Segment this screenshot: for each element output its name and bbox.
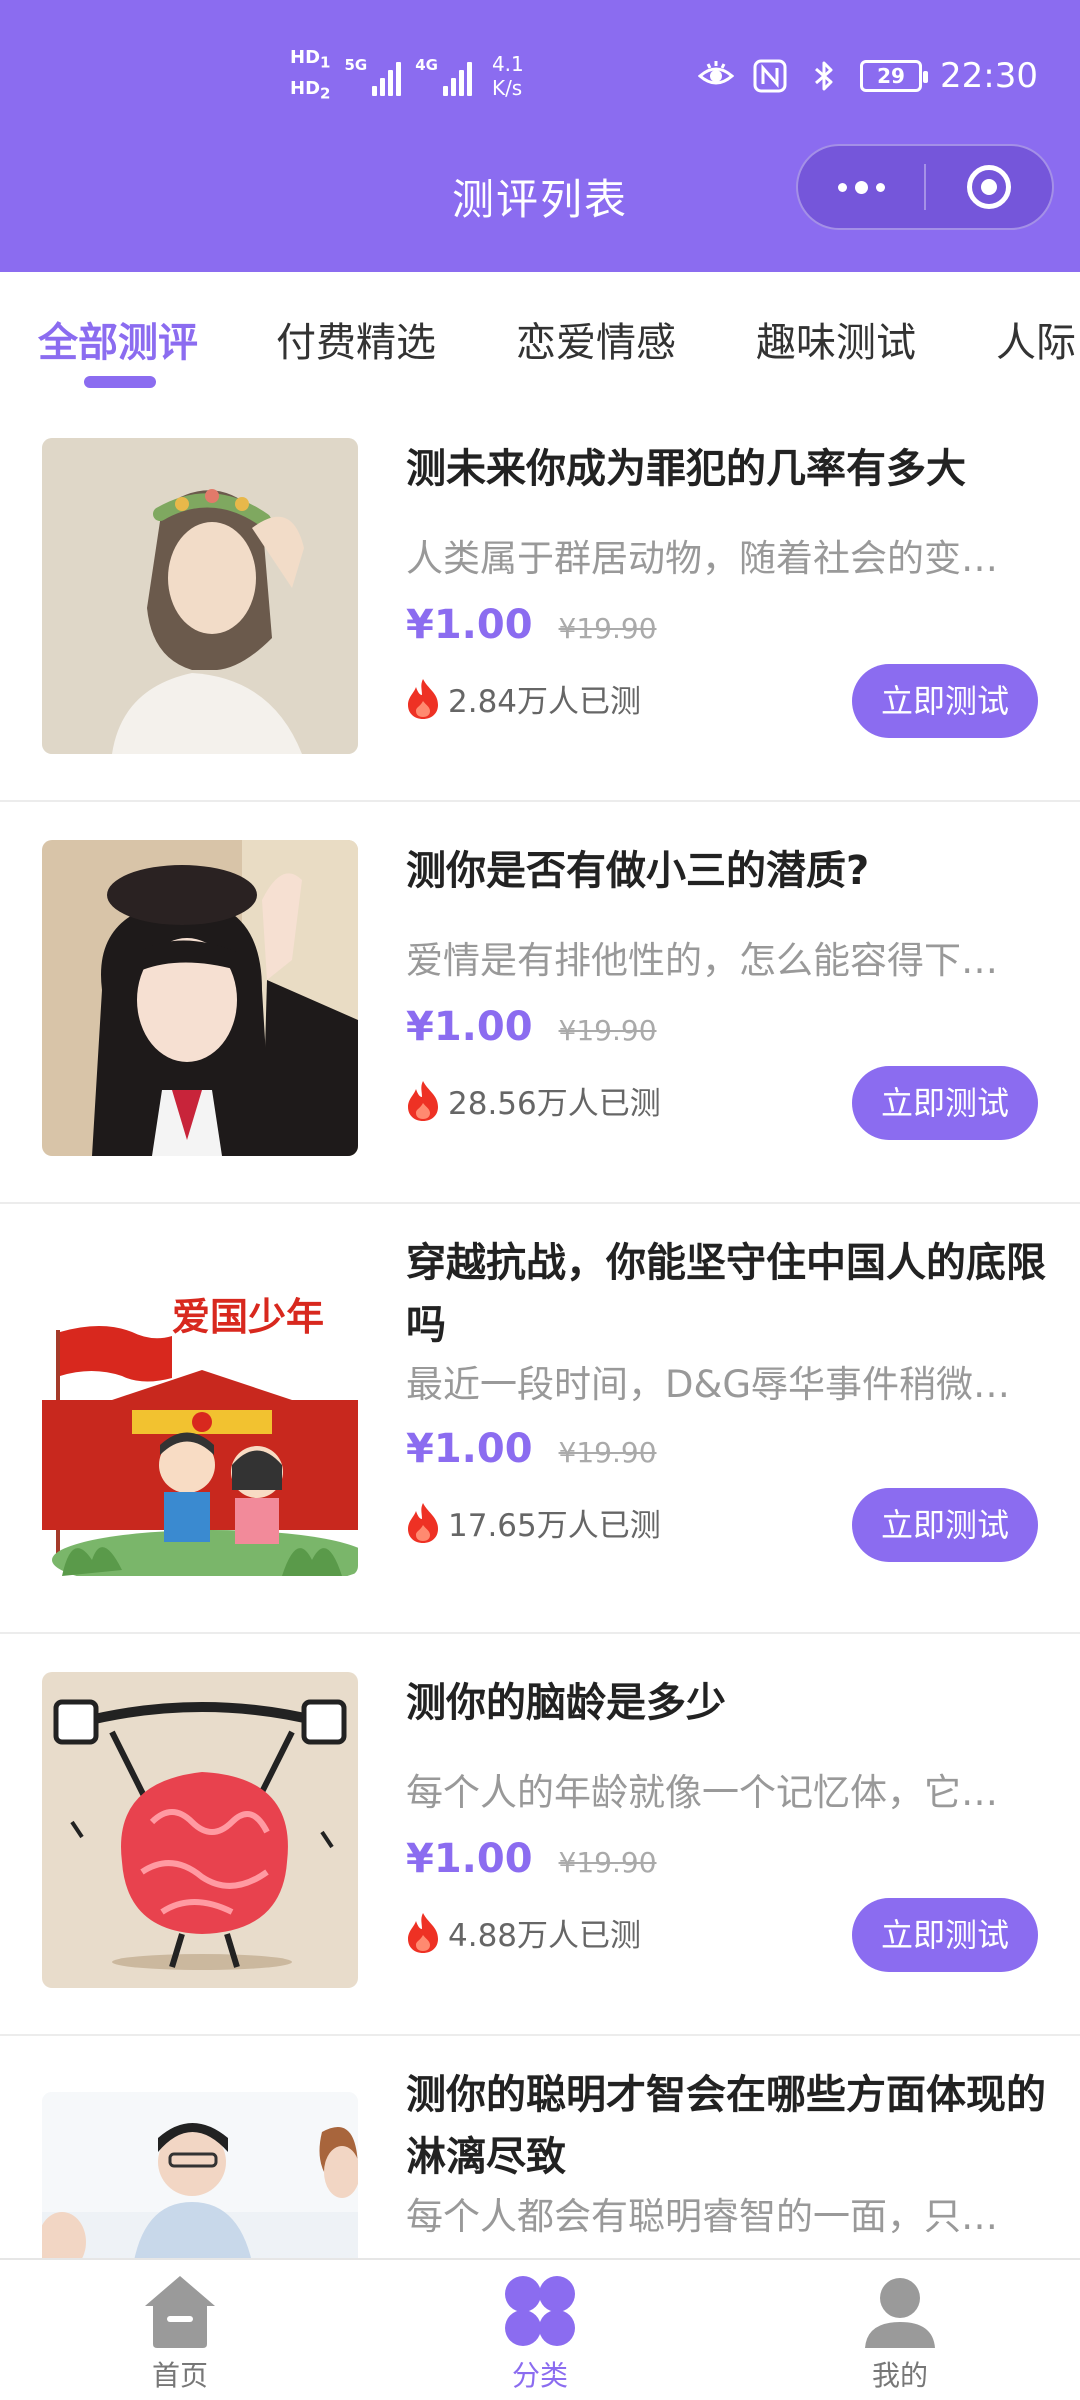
close-miniprogram-button[interactable] bbox=[926, 146, 1052, 228]
tested-count-text: 17.65万人已测 bbox=[448, 1508, 661, 1544]
hd1-badge: HD1 bbox=[290, 47, 331, 72]
nav-category[interactable]: 分类 bbox=[360, 2260, 720, 2400]
quiz-thumbnail bbox=[42, 438, 358, 754]
tested-count-text: 28.56万人已测 bbox=[448, 1086, 661, 1122]
price-current: ¥1.00 bbox=[406, 1004, 533, 1050]
quiz-thumbnail bbox=[42, 840, 358, 1156]
list-item[interactable]: 测你是否有做小三的潜质? 爱情是有排他性的，怎么能容得下… ¥1.00 ¥19.… bbox=[0, 802, 1080, 1204]
target-icon bbox=[967, 165, 1011, 209]
quiz-title: 测你是否有做小三的潜质? bbox=[406, 848, 870, 894]
status-clock: 22:30 bbox=[940, 56, 1038, 96]
home-icon bbox=[145, 2276, 215, 2348]
tab-indicator bbox=[84, 376, 156, 388]
nav-home-label: 首页 bbox=[151, 2359, 208, 2392]
battery-icon: 29 bbox=[860, 60, 929, 92]
signal-5g-icon: 5G bbox=[344, 56, 402, 96]
tested-count: 4.88万人已测 bbox=[404, 1910, 641, 1955]
category-tabs: 全部测评 付费精选 恋爱情感 趣味测试 人际 bbox=[0, 272, 1080, 400]
nav-mine-label: 我的 bbox=[871, 2359, 928, 2392]
nav-home[interactable]: 首页 bbox=[0, 2260, 360, 2400]
fire-icon bbox=[408, 1912, 438, 1953]
more-dots-icon bbox=[837, 180, 885, 194]
status-right: 29 22:30 bbox=[698, 56, 1038, 96]
start-test-button[interactable]: 立即测试 bbox=[852, 1488, 1038, 1562]
tested-count: 28.56万人已测 bbox=[404, 1078, 661, 1123]
svg-text:爱国少年: 爱国少年 bbox=[172, 1295, 324, 1339]
start-test-button[interactable]: 立即测试 bbox=[852, 1898, 1038, 1972]
quiz-title: 测你的脑龄是多少 bbox=[406, 1680, 726, 1726]
tab-all[interactable]: 全部测评 bbox=[38, 310, 198, 368]
more-button[interactable] bbox=[798, 146, 924, 228]
quiz-list: 测未来你成为罪犯的几率有多大 人类属于群居动物，随着社会的变… ¥1.00 ¥1… bbox=[0, 400, 1080, 2400]
hd2-badge: HD2 bbox=[290, 77, 331, 103]
price-row: ¥1.00 ¥19.90 bbox=[406, 1004, 657, 1050]
quiz-thumbnail bbox=[42, 1672, 358, 1988]
user-icon bbox=[865, 2278, 935, 2348]
list-item[interactable]: 测你的脑龄是多少 每个人的年龄就像一个记忆体，它… ¥1.00 ¥19.90 4… bbox=[0, 1634, 1080, 2036]
header: HD1 HD2 5G 4G 4.1 K/s 29 22:30 测评列表 bbox=[0, 0, 1080, 272]
price-current: ¥1.00 bbox=[406, 602, 533, 648]
category-icon bbox=[505, 2276, 575, 2346]
quiz-title: 测未来你成为罪犯的几率有多大 bbox=[406, 446, 966, 492]
app-root: HD1 HD2 5G 4G 4.1 K/s 29 22:30 测评列表 全部测评… bbox=[0, 0, 1080, 2400]
nav-mine[interactable]: 我的 bbox=[720, 2260, 1080, 2400]
price-original: ¥19.90 bbox=[558, 612, 657, 645]
nav-category-label: 分类 bbox=[511, 2359, 568, 2392]
quiz-desc: 最近一段时间，D&G辱华事件稍微… bbox=[406, 1363, 1011, 1406]
quiz-thumbnail: 爱国少年 bbox=[42, 1260, 358, 1576]
price-row: ¥1.00 ¥19.90 bbox=[406, 1836, 657, 1882]
price-current: ¥1.00 bbox=[406, 1836, 533, 1882]
quiz-desc: 人类属于群居动物，随着社会的变… bbox=[406, 537, 998, 580]
network-speed: 4.1 K/s bbox=[491, 51, 524, 100]
tab-love[interactable]: 恋爱情感 bbox=[516, 310, 676, 368]
tested-count: 17.65万人已测 bbox=[404, 1500, 661, 1545]
tested-count-text: 4.88万人已测 bbox=[448, 1918, 642, 1954]
nfc-icon bbox=[753, 59, 787, 93]
fire-icon bbox=[408, 1502, 438, 1543]
bluetooth-icon bbox=[815, 61, 833, 91]
list-item[interactable]: 爱国少年 穿越抗战，你能坚守住中国人的底限吗 最近一段时间，D&G辱华事件稍微…… bbox=[0, 1204, 1080, 1634]
hd-indicators: HD1 HD2 bbox=[290, 48, 330, 103]
quiz-title: 穿越抗战，你能坚守住中国人的底限吗 bbox=[406, 1240, 1046, 1348]
price-row: ¥1.00 ¥19.90 bbox=[406, 1426, 657, 1472]
tested-count-text: 2.84万人已测 bbox=[448, 684, 642, 720]
price-original: ¥19.90 bbox=[558, 1436, 657, 1469]
fire-icon bbox=[408, 678, 438, 719]
quiz-desc: 每个人的年龄就像一个记忆体，它… bbox=[406, 1771, 998, 1814]
tab-paid[interactable]: 付费精选 bbox=[276, 310, 436, 368]
price-current: ¥1.00 bbox=[406, 1426, 533, 1472]
tab-social[interactable]: 人际 bbox=[996, 310, 1076, 368]
signal-4g-icon: 4G bbox=[415, 56, 472, 96]
list-item[interactable]: 测未来你成为罪犯的几率有多大 人类属于群居动物，随着社会的变… ¥1.00 ¥1… bbox=[0, 400, 1080, 802]
price-original: ¥19.90 bbox=[558, 1846, 657, 1879]
fire-icon bbox=[408, 1080, 438, 1121]
status-left: HD1 HD2 5G 4G 4.1 K/s bbox=[290, 48, 524, 103]
start-test-button[interactable]: 立即测试 bbox=[852, 1066, 1038, 1140]
quiz-desc: 爱情是有排他性的，怎么能容得下… bbox=[406, 939, 998, 982]
miniprogram-capsule bbox=[796, 144, 1054, 230]
start-test-button[interactable]: 立即测试 bbox=[852, 664, 1038, 738]
bottom-nav: 首页 分类 我的 bbox=[0, 2258, 1080, 2400]
tab-fun[interactable]: 趣味测试 bbox=[756, 310, 916, 368]
quiz-desc: 每个人都会有聪明睿智的一面，只… bbox=[406, 2195, 998, 2238]
quiz-title: 测你的聪明才智会在哪些方面体现的淋漓尽致 bbox=[406, 2072, 1046, 2180]
price-original: ¥19.90 bbox=[558, 1014, 657, 1047]
tested-count: 2.84万人已测 bbox=[404, 676, 641, 721]
eye-icon bbox=[698, 61, 735, 85]
price-row: ¥1.00 ¥19.90 bbox=[406, 602, 657, 648]
